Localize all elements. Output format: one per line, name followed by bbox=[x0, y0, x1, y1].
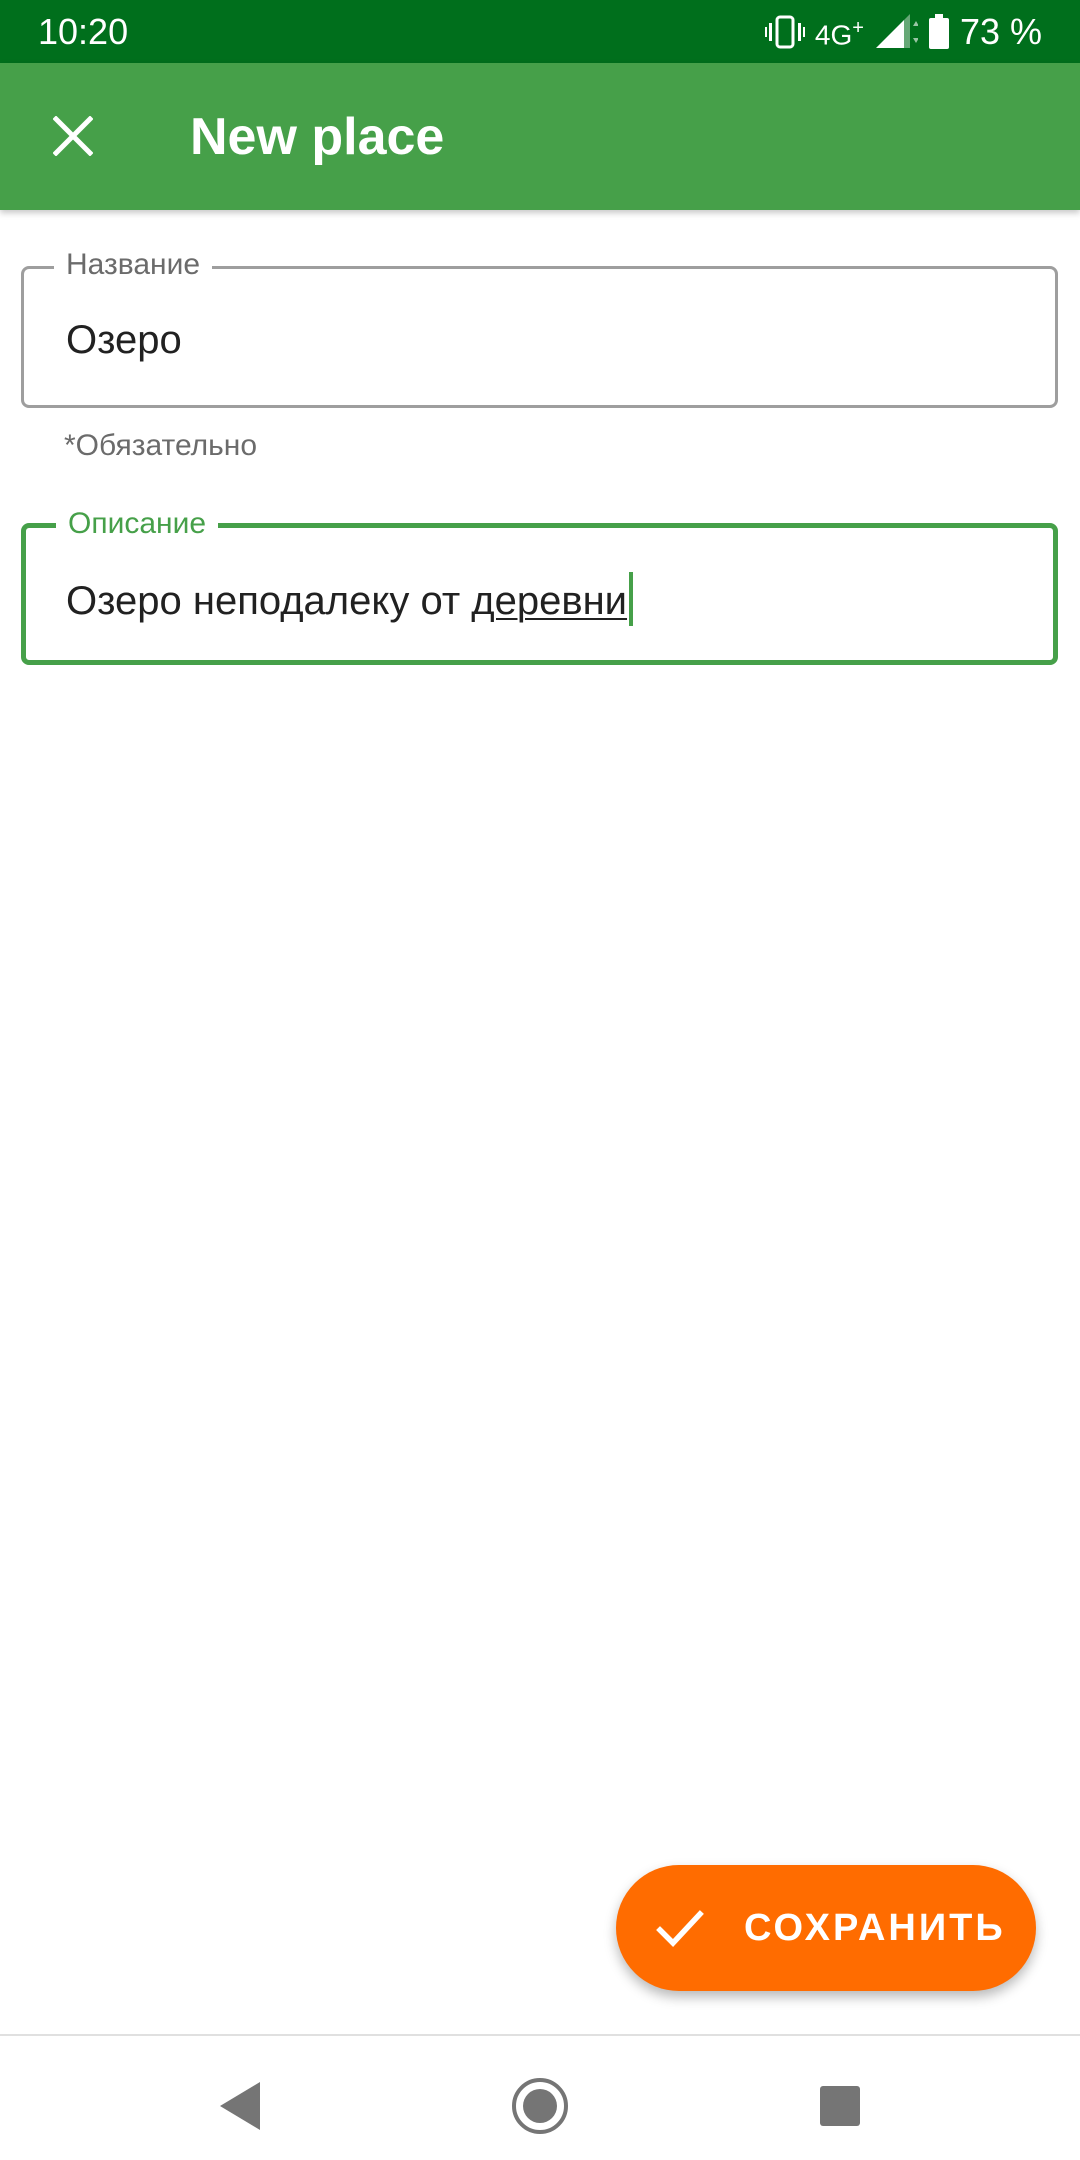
description-field-label: Описание bbox=[56, 506, 219, 542]
composing-text: деревни bbox=[471, 579, 628, 623]
description-field[interactable]: Описание Озеро неподалеку от деревни bbox=[21, 506, 1058, 665]
vibrate-icon bbox=[764, 15, 805, 49]
back-button[interactable] bbox=[190, 2056, 290, 2156]
recents-icon bbox=[820, 2086, 860, 2126]
home-icon bbox=[512, 2078, 568, 2134]
app-bar: New place bbox=[0, 63, 1080, 210]
signal-icon bbox=[875, 14, 918, 48]
recents-button[interactable] bbox=[790, 2056, 890, 2156]
name-field-label: Название bbox=[54, 247, 213, 283]
page-title: New place bbox=[190, 108, 445, 166]
check-icon bbox=[656, 1910, 704, 1947]
status-time: 10:20 bbox=[38, 11, 129, 52]
name-field[interactable]: Название Озеро bbox=[21, 247, 1058, 408]
description-field-value[interactable]: Озеро неподалеку от деревни bbox=[66, 572, 634, 626]
navigation-bar bbox=[0, 2034, 1080, 2160]
close-icon bbox=[53, 116, 93, 156]
required-helper-text: *Обязательно bbox=[64, 429, 258, 462]
status-icons: 4G+ 73 % bbox=[755, 10, 1042, 54]
save-button[interactable]: СОХРАНИТЬ bbox=[616, 1865, 1036, 1991]
text-cursor bbox=[629, 572, 634, 626]
back-icon bbox=[220, 2082, 260, 2130]
status-bar: 10:20 4G+ 73 % bbox=[0, 0, 1080, 63]
battery-icon bbox=[928, 14, 949, 49]
close-button[interactable] bbox=[40, 103, 106, 169]
save-button-label: СОХРАНИТЬ bbox=[744, 1907, 1006, 1949]
battery-percent: 73 % bbox=[959, 11, 1042, 52]
home-button[interactable] bbox=[490, 2056, 590, 2156]
network-type: 4G+ bbox=[814, 17, 864, 51]
name-field-value[interactable]: Озеро bbox=[66, 315, 182, 365]
description-text: Озеро неподалеку от bbox=[66, 579, 472, 623]
screen: 10:20 4G+ 73 % New place Название Озеро … bbox=[0, 0, 1080, 2160]
